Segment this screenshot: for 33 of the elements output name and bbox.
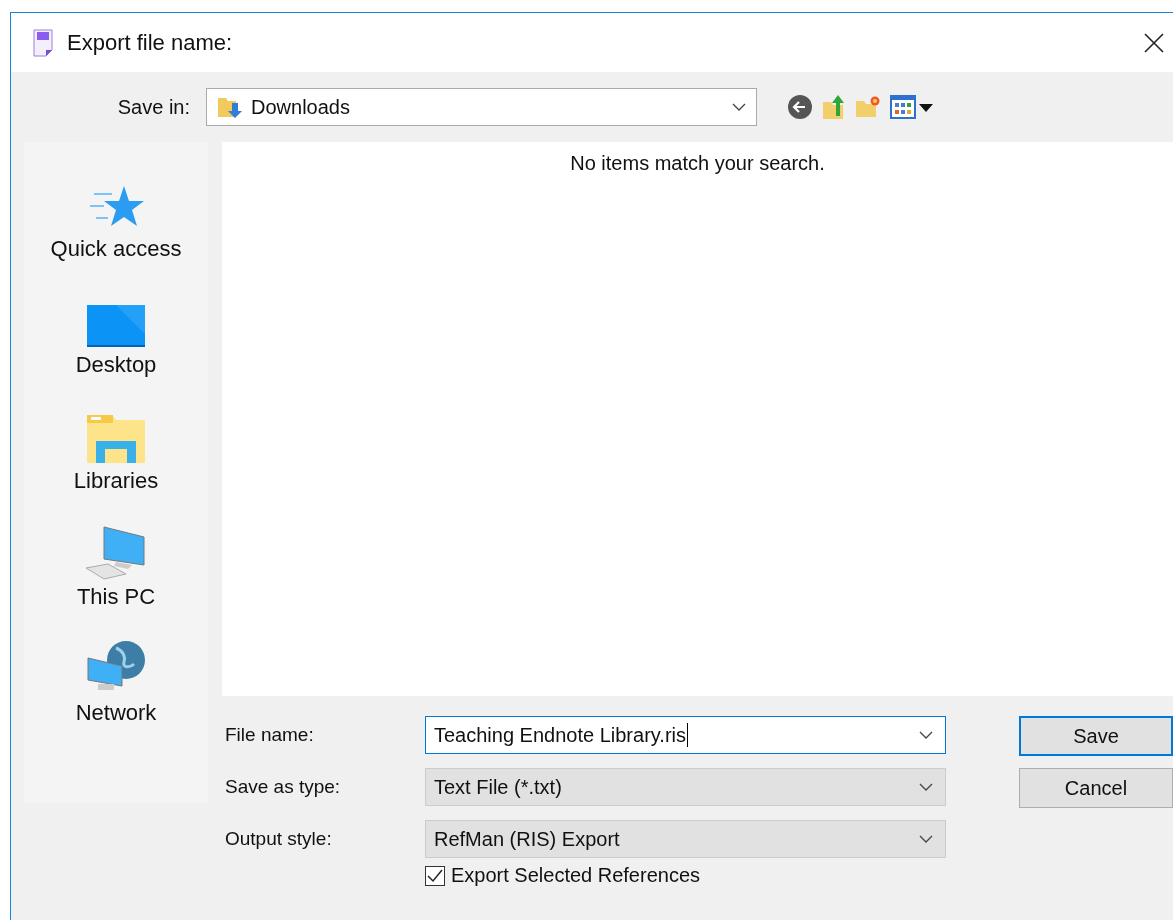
dropdown[interactable]: Text File (*.txt) xyxy=(425,768,946,806)
folder-download-icon xyxy=(217,95,243,119)
new-folder-icon[interactable] xyxy=(855,95,881,119)
close-icon[interactable] xyxy=(1143,31,1165,54)
document-icon xyxy=(33,28,53,57)
save-in-dropdown[interactable]: Downloads xyxy=(206,88,757,126)
input-field[interactable]: Teaching Endnote Library.ris xyxy=(425,716,946,754)
empty-message: No items match your search. xyxy=(570,152,825,176)
sidebar-item[interactable]: This PC xyxy=(31,508,201,610)
view-menu-icon[interactable] xyxy=(890,95,934,119)
chevron-down-icon xyxy=(919,835,933,843)
field-label: Output style: xyxy=(225,828,333,850)
checkbox-label[interactable]: Export Selected References xyxy=(451,864,701,887)
chevron-down-icon xyxy=(732,103,746,111)
folder-up-icon[interactable] xyxy=(822,94,846,120)
save-in-label: Save in: xyxy=(116,95,191,119)
checkbox[interactable] xyxy=(425,865,445,886)
monitor-icon xyxy=(86,304,146,348)
field-label: Save as type: xyxy=(225,776,342,798)
back-icon[interactable] xyxy=(787,94,813,120)
sidebar-item[interactable]: Desktop xyxy=(31,276,201,378)
chevron-down-icon xyxy=(919,731,933,739)
field-label: File name: xyxy=(225,724,315,746)
folder-icon xyxy=(86,414,146,464)
dialog-button[interactable]: Save xyxy=(1019,716,1173,756)
computer-icon xyxy=(86,526,146,580)
window-title: Export file name: xyxy=(67,29,233,56)
dropdown[interactable]: RefMan (RIS) Export xyxy=(425,820,946,858)
sidebar-item[interactable]: Network xyxy=(31,624,201,726)
dialog-button[interactable]: Cancel xyxy=(1019,768,1173,808)
chevron-down-icon xyxy=(919,783,933,791)
sidebar-item[interactable]: Libraries xyxy=(31,392,201,494)
sidebar-item[interactable]: Quick access xyxy=(31,160,201,262)
